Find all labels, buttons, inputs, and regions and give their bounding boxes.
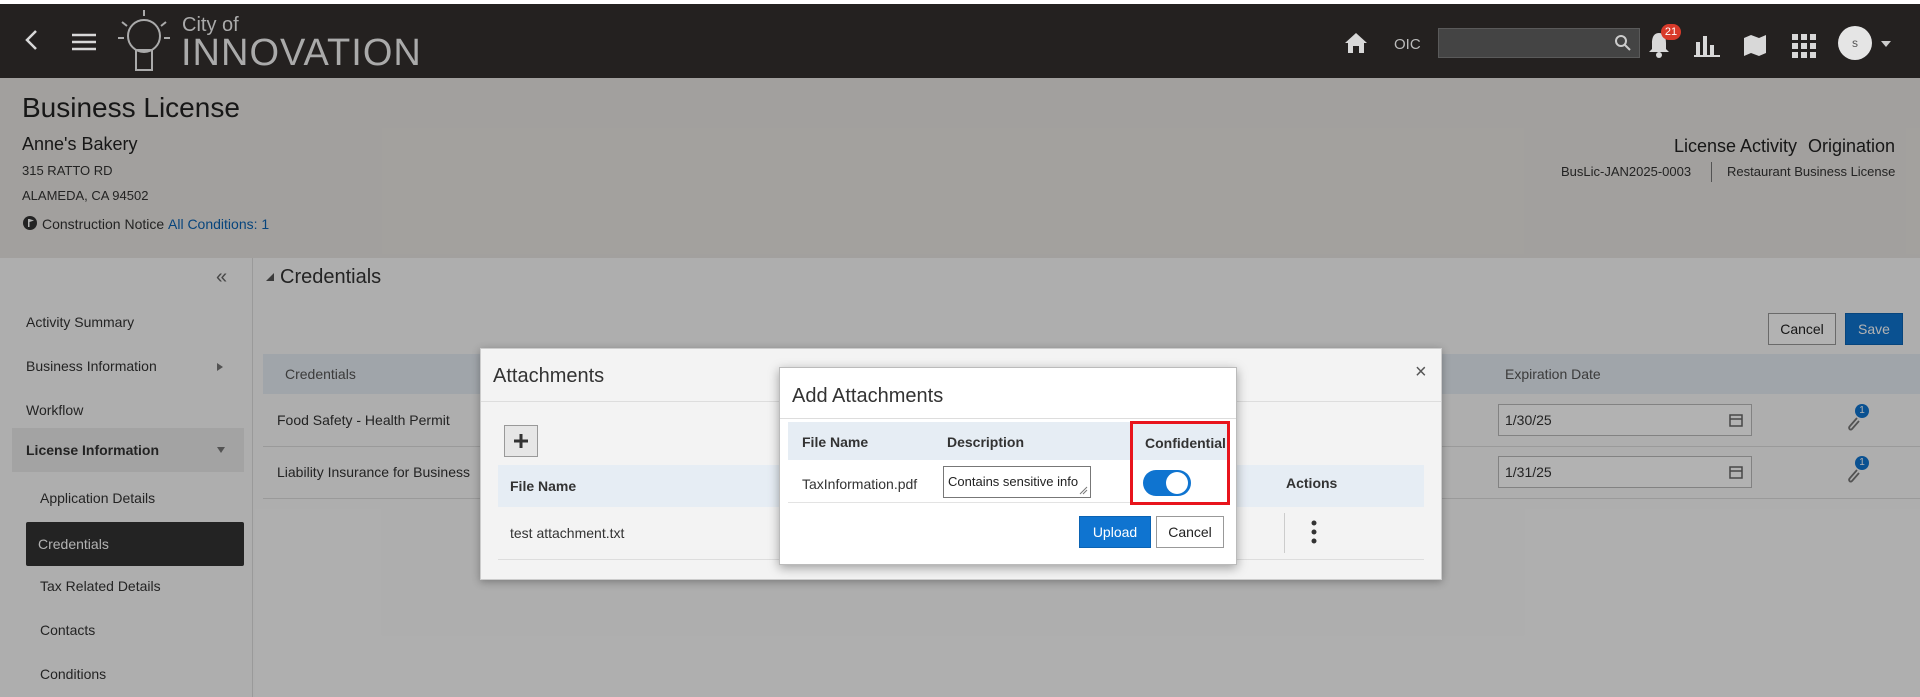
close-icon[interactable]: × [1415,361,1427,384]
confidential-highlight-box: Confidential [1130,421,1230,505]
col-confidential: Confidential [1145,435,1226,451]
logo-big-text: INNOVATION [181,32,422,74]
col-file-name: File Name [802,434,869,450]
attachment-file-name: test attachment.txt [510,525,625,541]
description-value: Contains sensitive info [948,474,1079,489]
map-icon[interactable] [1742,30,1768,58]
attachments-dialog-title: Attachments [493,365,605,387]
toggle-knob [1166,472,1188,494]
global-search-input[interactable] [1438,28,1640,58]
kebab-icon[interactable] [1310,519,1318,545]
add-attachments-cancel-button[interactable]: Cancel [1156,516,1224,548]
home-icon[interactable] [1342,30,1370,56]
notification-badge: 21 [1661,24,1681,40]
add-attachments-title: Add Attachments [792,385,944,407]
actions-divider [1284,513,1285,553]
col-description: Description [947,434,1025,450]
avatar[interactable]: s [1838,26,1872,60]
dialog-divider [780,418,1236,419]
grid-icon[interactable] [1792,34,1816,58]
col-confidential-header: Confidential [1133,424,1227,460]
chevron-down-icon[interactable] [1880,40,1892,48]
add-attachments-dialog: Add Attachments File Name Description Ta… [779,367,1237,565]
row-divider [788,502,1140,503]
resize-handle-icon[interactable] [1078,485,1088,495]
confidential-toggle[interactable] [1143,470,1191,496]
top-bar: City of INNOVATION OIC 21 s [0,4,1920,78]
add-attachment-button[interactable] [504,425,538,457]
col-actions: Actions [1286,475,1338,491]
menu-icon[interactable] [70,32,98,52]
chart-icon[interactable] [1694,32,1720,58]
col-file-name: File Name [510,478,577,494]
upload-button[interactable]: Upload [1079,516,1151,548]
add-attachments-table-header: File Name Description [788,422,1140,460]
bulb-logo-icon [118,10,170,71]
search-icon[interactable] [1614,34,1632,52]
description-field[interactable]: Contains sensitive info [943,466,1091,498]
plus-icon [514,434,528,448]
back-icon[interactable] [22,28,42,52]
oic-label[interactable]: OIC [1394,36,1421,53]
file-name-value: TaxInformation.pdf [802,476,918,492]
